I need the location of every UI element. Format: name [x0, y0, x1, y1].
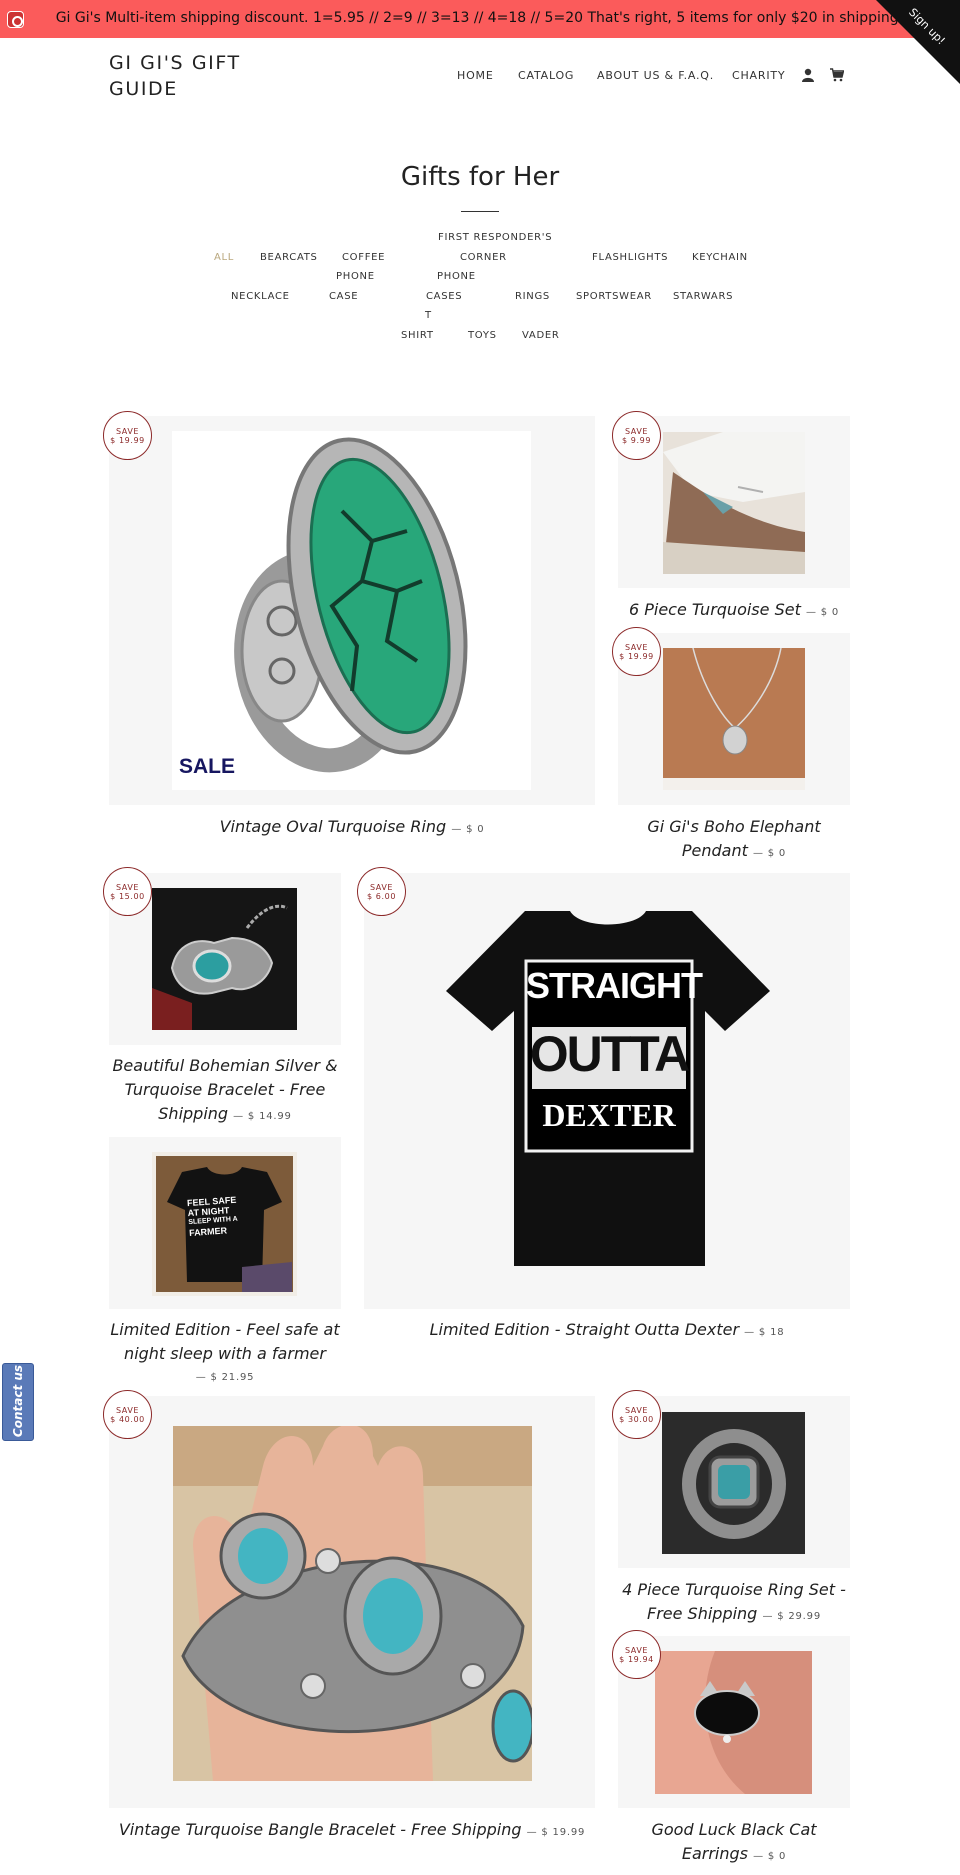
farmer-shirt-print: FEEL SAFE AT NIGHT SLEEP WITH A FARMER — [186, 1194, 238, 1239]
shirt-print-line2: OUTTA — [529, 1026, 690, 1082]
product-title-black-cat-earrings[interactable]: Good Luck Black Cat Earrings — $ 0 — [618, 1818, 850, 1869]
product-title-bohemian-bracelet[interactable]: Beautiful Bohemian Silver & Turquoise Br… — [109, 1054, 341, 1129]
tag-coffee[interactable]: COFFEE — [342, 252, 385, 263]
product-card-farmer-shirt[interactable]: FEEL SAFE AT NIGHT SLEEP WITH A FARMER — [109, 1137, 341, 1309]
tag-all[interactable]: ALL — [214, 252, 234, 263]
title-divider — [461, 211, 499, 212]
announcement-text: Gi Gi's Multi-item shipping discount. 1=… — [55, 10, 905, 26]
product-title-elephant-pendant[interactable]: Gi Gi's Boho Elephant Pendant — $ 0 — [618, 815, 850, 866]
shirt-print-line1: STRAIGHT — [526, 965, 703, 1006]
nav-home[interactable]: HOME — [457, 69, 494, 82]
cart-icon[interactable] — [830, 67, 845, 86]
product-title-turquoise-bangle[interactable]: Vintage Turquoise Bangle Bracelet - Free… — [109, 1818, 595, 1845]
product-price: — $ 21.95 — [195, 1372, 255, 1383]
product-price: — $ 29.99 — [762, 1611, 821, 1622]
tag-first-responders-line1[interactable]: FIRST RESPONDER'S — [438, 232, 552, 243]
product-title-straight-outta-dexter[interactable]: Limited Edition - Straight Outta Dexter … — [364, 1318, 850, 1345]
product-image-oval-ring[interactable]: SALE — [172, 431, 531, 790]
announcement-bar: Gi Gi's Multi-item shipping discount. 1=… — [0, 0, 960, 38]
tag-phone-case-line1[interactable]: PHONE — [336, 271, 375, 282]
save-badge: SAVE $ 19.99 — [103, 411, 152, 460]
product-price: — $ 0 — [753, 848, 787, 859]
shirt-print-line3: DEXTER — [542, 1097, 676, 1133]
tag-phone-case-line2[interactable]: CASE — [329, 291, 358, 302]
product-card-straight-outta-dexter[interactable]: STRAIGHT OUTTA DEXTER — [364, 873, 850, 1309]
save-badge: SAVE $ 40.00 — [103, 1390, 152, 1439]
tag-toys[interactable]: TOYS — [468, 330, 497, 341]
save-badge: SAVE $ 6.00 — [357, 867, 406, 916]
tag-bearcats[interactable]: BEARCATS — [260, 252, 318, 263]
contact-us-tab[interactable]: Contact us — [2, 1363, 34, 1441]
product-title-6-piece-set[interactable]: 6 Piece Turquoise Set — $ 0 — [618, 598, 850, 625]
product-price: — $ 14.99 — [233, 1111, 292, 1122]
product-price: — $ 0 — [451, 824, 485, 835]
product-image-farmer-shirt[interactable]: FEEL SAFE AT NIGHT SLEEP WITH A FARMER — [152, 1152, 297, 1296]
sale-overlay-text: SALE — [179, 755, 236, 778]
tag-flashlights[interactable]: FLASHLIGHTS — [592, 252, 668, 263]
product-image-4-piece-ring-set[interactable] — [662, 1412, 805, 1554]
save-badge: SAVE $ 15.00 — [103, 867, 152, 916]
save-badge: SAVE $ 30.00 — [612, 1390, 661, 1439]
product-title-farmer-shirt[interactable]: Limited Edition - Feel safe at night sle… — [109, 1318, 341, 1387]
tag-first-responders-line2[interactable]: CORNER — [460, 252, 507, 263]
product-price: — $ 0 — [753, 1851, 787, 1862]
tag-rings[interactable]: RINGS — [515, 291, 550, 302]
product-price: — $ 18 — [744, 1327, 785, 1338]
product-image-6-piece-set[interactable] — [663, 432, 805, 574]
product-image-bohemian-bracelet[interactable] — [152, 888, 297, 1030]
product-card-turquoise-bangle[interactable] — [109, 1396, 595, 1808]
product-title-oval-ring[interactable]: Vintage Oval Turquoise Ring — $ 0 — [109, 815, 595, 842]
tag-tshirt-line2[interactable]: SHIRT — [401, 330, 434, 341]
product-image-straight-outta-dexter[interactable]: STRAIGHT OUTTA DEXTER — [430, 911, 786, 1271]
nav-catalog[interactable]: CATALOG — [518, 69, 574, 82]
product-price: — $ 0 — [805, 607, 840, 618]
site-logo[interactable]: GI GI'S GIFT GUIDE — [109, 50, 279, 102]
tag-keychain[interactable]: KEYCHAIN — [692, 252, 748, 263]
save-badge: SAVE $ 19.99 — [612, 627, 661, 676]
tag-necklace[interactable]: NECKLACE — [231, 291, 290, 302]
account-icon[interactable] — [801, 67, 815, 86]
tag-phone-cases-line1[interactable]: PHONE — [437, 271, 476, 282]
tag-phone-cases-line2[interactable]: CASES — [426, 291, 462, 302]
tag-tshirt-line1[interactable]: T — [425, 310, 432, 321]
page-title: Gifts for Her — [400, 162, 560, 192]
save-badge: SAVE $ 9.99 — [612, 411, 661, 460]
nav-about-faq[interactable]: ABOUT US & F.A.Q. — [597, 69, 714, 82]
product-image-elephant-pendant[interactable] — [663, 648, 805, 790]
product-card-oval-ring[interactable]: SALE — [109, 416, 595, 805]
product-title-4-piece-ring-set[interactable]: 4 Piece Turquoise Ring Set - Free Shippi… — [618, 1578, 850, 1629]
tag-sportswear[interactable]: SPORTSWEAR — [576, 291, 652, 302]
save-badge: SAVE $ 19.94 — [612, 1630, 661, 1679]
tag-starwars[interactable]: STARWARS — [673, 291, 733, 302]
product-price: — $ 19.99 — [526, 1827, 586, 1838]
tag-vader[interactable]: VADER — [522, 330, 560, 341]
product-image-black-cat-earrings[interactable] — [655, 1651, 812, 1794]
product-image-turquoise-bangle[interactable] — [173, 1426, 532, 1781]
nav-charity[interactable]: CHARITY — [732, 69, 785, 82]
